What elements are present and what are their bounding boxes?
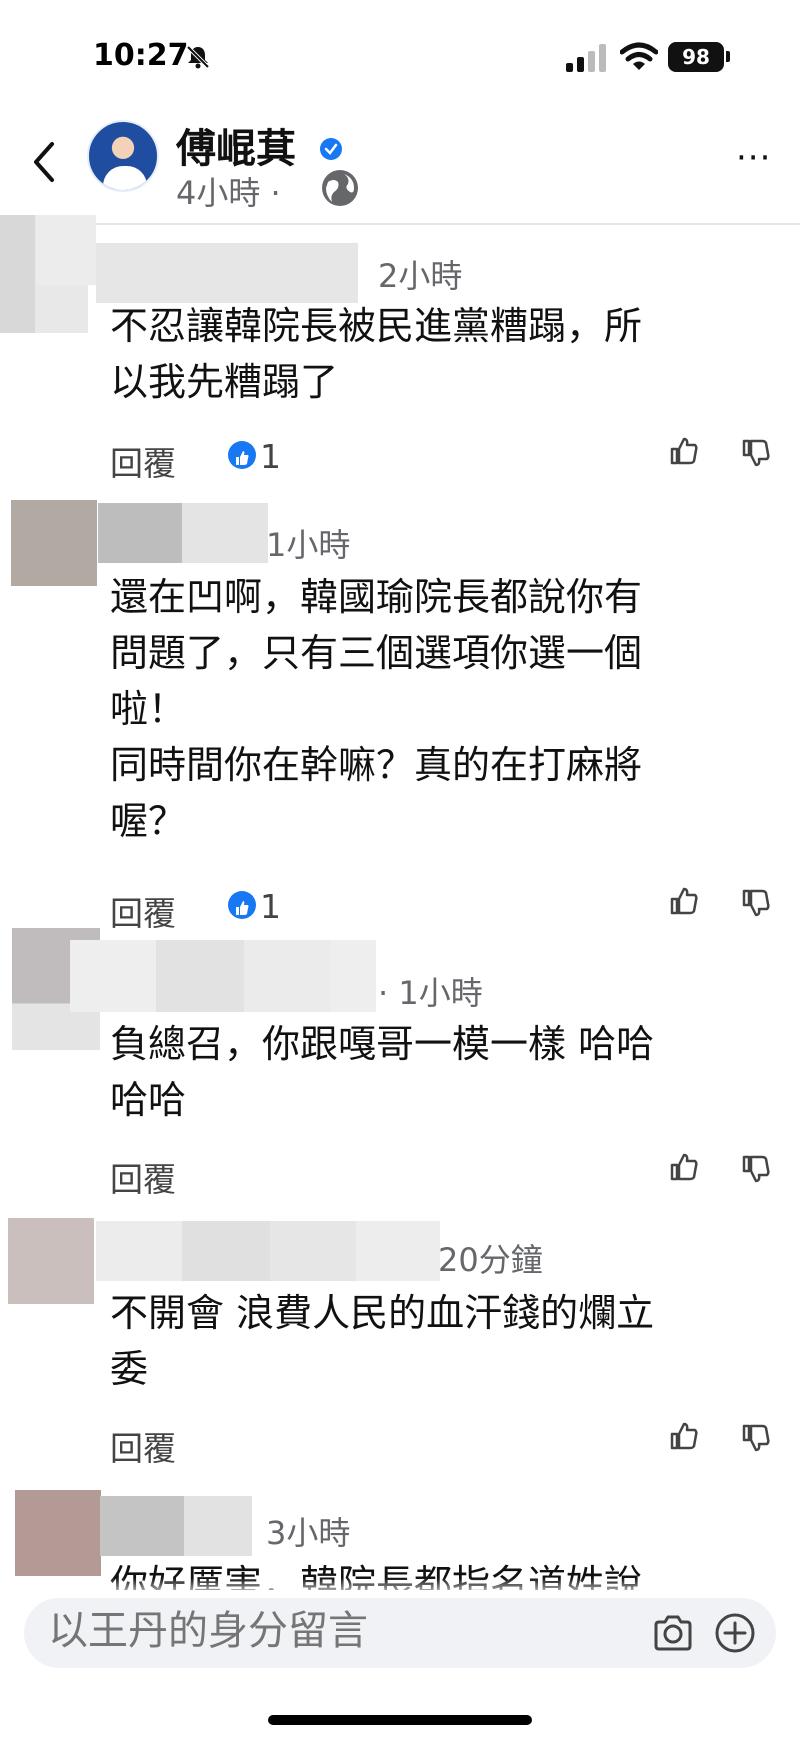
plus-circle-icon[interactable] — [714, 1612, 756, 1654]
comment-composer[interactable] — [24, 1598, 776, 1668]
thumb-up-icon[interactable] — [668, 885, 700, 917]
comment-time: 3小時 — [266, 1514, 351, 1552]
comment-item: · 1小時 負總召，你跟嘎哥一模一樣 哈哈 哈哈 回覆 — [0, 928, 800, 1201]
globe-icon — [322, 170, 358, 206]
back-chevron-icon[interactable] — [24, 136, 64, 188]
scroll-fade — [0, 1578, 800, 1598]
like-badge-icon — [228, 441, 256, 469]
bell-slash-icon — [186, 45, 210, 69]
commenter-avatar[interactable] — [15, 1490, 101, 1576]
thumb-down-icon[interactable] — [740, 1153, 772, 1185]
more-dots-icon[interactable]: ··· — [736, 141, 776, 175]
post-header: 傅崐萁 4小時 · ··· — [0, 110, 800, 225]
thumb-down-icon[interactable] — [740, 887, 772, 919]
thumb-up-icon[interactable] — [668, 435, 700, 467]
like-count-value: 1 — [260, 887, 281, 926]
cellular-signal-icon — [566, 44, 606, 72]
thumb-up-icon[interactable] — [668, 1420, 700, 1452]
page-name[interactable]: 傅崐萁 — [176, 116, 296, 174]
comment-text: 還在凹啊，韓國瑜院長都說你有 問題了，只有三個選項你選一個 啦！ 同時間你在幹嘛… — [110, 575, 643, 843]
wifi-icon — [620, 42, 658, 70]
commenter-name-redacted[interactable] — [96, 1221, 440, 1281]
like-badge-icon — [228, 891, 256, 919]
comment-time: 2小時 — [378, 257, 463, 295]
thumb-down-icon[interactable] — [740, 1422, 772, 1454]
comment-item: 2小時 不忍讓韓院長被民進黨糟蹋，所 以我先糟蹋了 回覆 1 — [0, 215, 800, 483]
commenter-name-redacted[interactable] — [70, 940, 376, 1012]
commenter-name-redacted[interactable] — [98, 503, 268, 563]
comment-text: 不開會 浪費人民的血汗錢的爛立 委 — [110, 1291, 655, 1391]
comment-input[interactable] — [48, 1608, 608, 1654]
comment-item: 20分鐘 不開會 浪費人民的血汗錢的爛立 委 回覆 — [0, 1215, 800, 1468]
like-count-value: 1 — [260, 437, 281, 476]
comment-time: 20分鐘 — [438, 1241, 543, 1279]
comment-text: 不忍讓韓院長被民進黨糟蹋，所 以我先糟蹋了 — [110, 304, 643, 404]
verified-badge-icon — [320, 138, 342, 160]
thumb-down-icon[interactable] — [740, 437, 772, 469]
commenter-name-redacted[interactable] — [100, 1496, 252, 1556]
status-bar: 10:27 98 — [0, 0, 800, 110]
home-indicator[interactable] — [268, 1715, 532, 1725]
page-avatar[interactable] — [87, 120, 159, 192]
comment-item: 1小時 還在凹啊，韓國瑜院長都說你有 問題了，只有三個選項你選一個 啦！ 同時間… — [0, 495, 800, 933]
like-count: 1 — [228, 887, 281, 926]
comment-text: 負總召，你跟嘎哥一模一樣 哈哈 哈哈 — [110, 1022, 655, 1122]
comment-time: · 1小時 — [378, 974, 483, 1012]
reply-button[interactable]: 回覆 — [110, 1422, 176, 1470]
comment-time: 1小時 — [266, 526, 351, 564]
battery-tip — [726, 51, 730, 62]
comment-item: 3小時 你好厲害，韓院長都指名道姓說 — [0, 1490, 800, 1590]
like-count: 1 — [228, 437, 281, 476]
reply-button[interactable]: 回覆 — [110, 437, 176, 485]
camera-icon[interactable] — [652, 1613, 694, 1653]
reply-button[interactable]: 回覆 — [110, 1153, 176, 1201]
commenter-avatar[interactable] — [8, 1218, 94, 1304]
commenter-name-redacted[interactable] — [96, 243, 358, 303]
battery-icon: 98 — [668, 42, 724, 72]
post-time: 4小時 · — [176, 174, 281, 212]
status-time: 10:27 — [93, 38, 189, 73]
thumb-up-icon[interactable] — [668, 1151, 700, 1183]
commenter-avatar[interactable] — [11, 500, 97, 586]
